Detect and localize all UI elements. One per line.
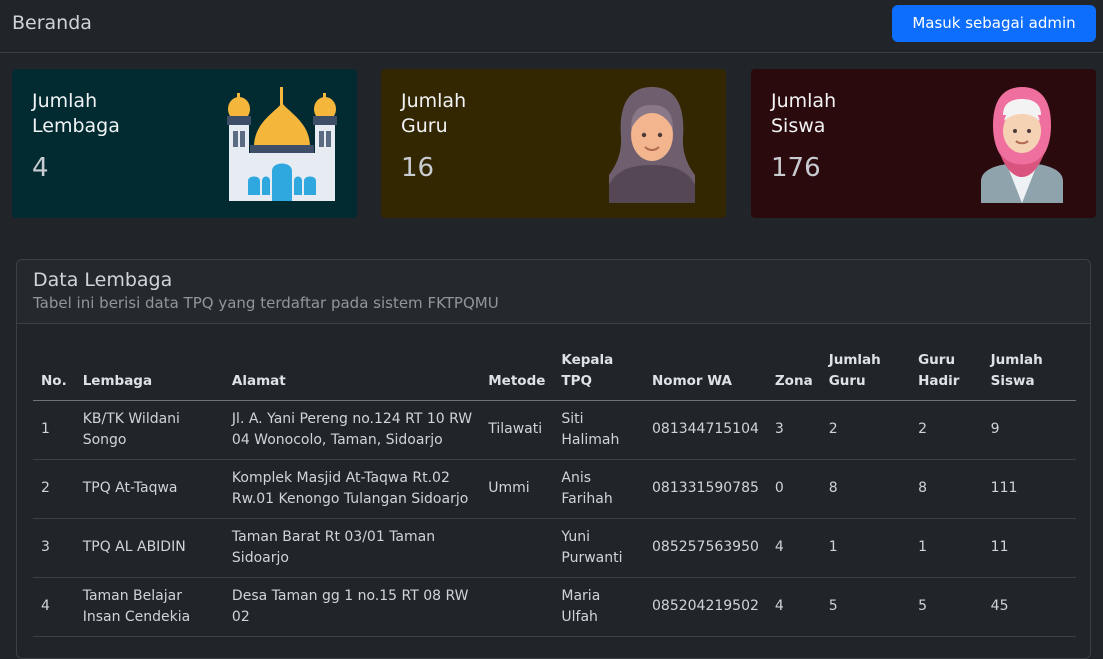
- cell-kepala: Anis Farihah: [553, 459, 644, 519]
- mosque-icon: [227, 87, 337, 201]
- col-header-zona[interactable]: Zona: [766, 348, 821, 401]
- cell-zona: 4: [766, 577, 821, 637]
- cell-zona: 3: [766, 400, 821, 460]
- cell-jumlah-guru: 5: [820, 577, 911, 637]
- col-header-jumlah-siswa[interactable]: Jumlah Siswa: [982, 348, 1076, 401]
- cell-alamat: Jl. A. Yani Pereng no.124 RT 10 RW 04 Wo…: [223, 400, 481, 460]
- cell-nomor-wa: 081344715104: [644, 400, 767, 460]
- hijab-girl-icon: [981, 87, 1063, 203]
- stat-label: Jumlah Guru: [401, 90, 467, 137]
- cell-lembaga: TPQ At-Taqwa: [74, 459, 224, 519]
- cell-kepala: Maria Ulfah: [553, 577, 644, 637]
- col-header-no[interactable]: No.: [33, 348, 75, 401]
- stat-value: 4: [32, 153, 49, 183]
- top-bar: Beranda Masuk sebagai admin: [0, 0, 1103, 53]
- lembaga-table: No. Lembaga Alamat Metode Kepala TPQ Nom…: [33, 348, 1076, 637]
- stat-label: Jumlah Siswa: [771, 90, 837, 137]
- stat-card-lembaga: Jumlah Lembaga 4: [12, 69, 357, 218]
- table-row[interactable]: 1 KB/TK Wildani Songo Jl. A. Yani Pereng…: [33, 400, 1076, 460]
- cell-alamat: Taman Barat Rt 03/01 Taman Sidoarjo: [223, 518, 481, 578]
- panel-title: Data Lembaga: [33, 269, 173, 291]
- cell-guru-hadir: 5: [910, 577, 983, 637]
- cell-guru-hadir: 2: [910, 400, 983, 460]
- cell-zona: 0: [766, 459, 821, 519]
- stat-label: Jumlah Lembaga: [32, 90, 120, 137]
- cell-lembaga: TPQ AL ABIDIN: [74, 518, 224, 578]
- cell-jumlah-siswa: 111: [982, 459, 1076, 519]
- cell-alamat: Komplek Masjid At-Taqwa Rt.02 Rw.01 Keno…: [223, 459, 481, 519]
- col-header-jumlah-guru[interactable]: Jumlah Guru: [820, 348, 911, 401]
- table-header-row: No. Lembaga Alamat Metode Kepala TPQ Nom…: [33, 348, 1076, 401]
- cell-metode: [480, 577, 554, 637]
- cell-jumlah-siswa: 45: [982, 577, 1076, 637]
- cell-jumlah-siswa: 11: [982, 518, 1076, 578]
- stat-value: 16: [401, 153, 435, 183]
- cell-jumlah-guru: 8: [820, 459, 911, 519]
- panel-subtitle: Tabel ini berisi data TPQ yang terdaftar…: [33, 294, 499, 312]
- cell-nomor-wa: 085204219502: [644, 577, 767, 637]
- cell-metode: Ummi: [480, 459, 554, 519]
- stat-card-guru: Jumlah Guru 16: [381, 69, 726, 218]
- table-row[interactable]: 2 TPQ At-Taqwa Komplek Masjid At-Taqwa R…: [33, 459, 1076, 519]
- cell-kepala: Siti Halimah: [553, 400, 644, 460]
- stat-card-siswa: Jumlah Siswa 176: [751, 69, 1096, 218]
- panel-header: Data Lembaga Tabel ini berisi data TPQ y…: [17, 260, 1090, 324]
- cell-no: 2: [33, 459, 75, 519]
- cell-guru-hadir: 1: [910, 518, 983, 578]
- admin-login-button[interactable]: Masuk sebagai admin: [892, 5, 1096, 42]
- cell-no: 3: [33, 518, 75, 578]
- col-header-lembaga[interactable]: Lembaga: [74, 348, 224, 401]
- cell-guru-hadir: 8: [910, 459, 983, 519]
- cell-no: 1: [33, 400, 75, 460]
- table-row[interactable]: 4 Taman Belajar Insan Cendekia Desa Tama…: [33, 577, 1076, 637]
- col-header-alamat[interactable]: Alamat: [223, 348, 481, 401]
- data-lembaga-panel: Data Lembaga Tabel ini berisi data TPQ y…: [16, 259, 1091, 659]
- cell-jumlah-guru: 2: [820, 400, 911, 460]
- cell-zona: 4: [766, 518, 821, 578]
- cell-alamat: Desa Taman gg 1 no.15 RT 08 RW 02: [223, 577, 481, 637]
- col-header-metode[interactable]: Metode: [480, 348, 554, 401]
- page-title: Beranda: [12, 12, 92, 34]
- col-header-kepala[interactable]: Kepala TPQ: [553, 348, 644, 401]
- cell-nomor-wa: 081331590785: [644, 459, 767, 519]
- cell-metode: Tilawati: [480, 400, 554, 460]
- cell-lembaga: Taman Belajar Insan Cendekia: [74, 577, 224, 637]
- cell-kepala: Yuni Purwanti: [553, 518, 644, 578]
- cell-jumlah-guru: 1: [820, 518, 911, 578]
- cell-no: 4: [33, 577, 75, 637]
- col-header-guru-hadir[interactable]: Guru Hadir: [910, 348, 983, 401]
- stat-value: 176: [771, 153, 821, 183]
- cell-metode: [480, 518, 554, 578]
- table-row[interactable]: 3 TPQ AL ABIDIN Taman Barat Rt 03/01 Tam…: [33, 518, 1076, 578]
- cell-lembaga: KB/TK Wildani Songo: [74, 400, 224, 460]
- cell-jumlah-siswa: 9: [982, 400, 1076, 460]
- hijab-woman-icon: [609, 87, 695, 203]
- cell-nomor-wa: 085257563950: [644, 518, 767, 578]
- col-header-nomor-wa[interactable]: Nomor WA: [644, 348, 767, 401]
